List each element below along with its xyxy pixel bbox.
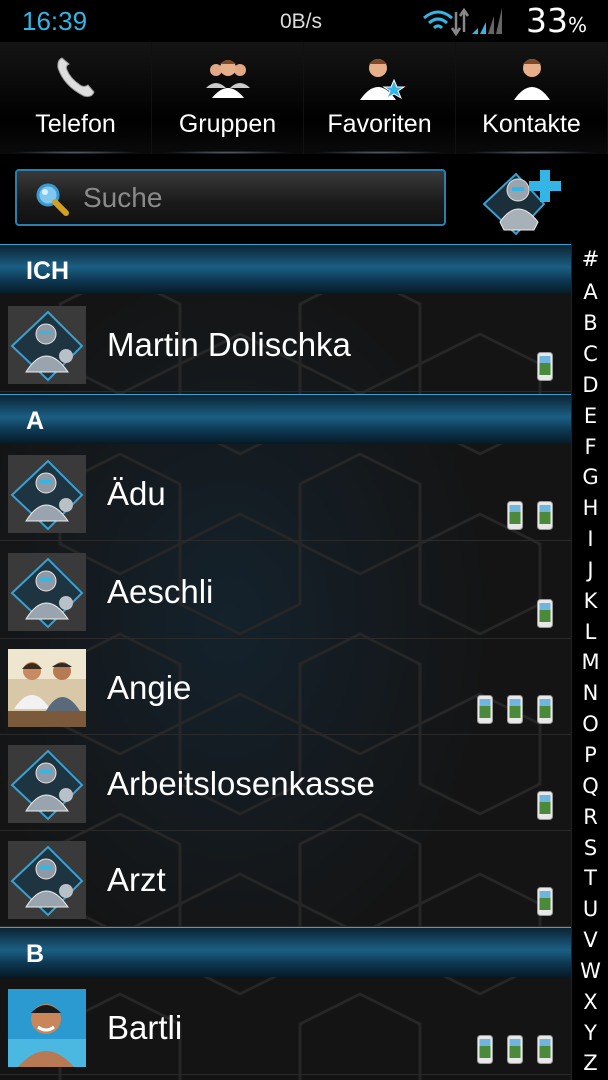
smartphone-icon (537, 501, 553, 530)
section-header-ich: ICH (0, 244, 571, 294)
smartphone-icon (477, 1035, 493, 1064)
smartphone-icon (537, 1035, 553, 1064)
contact-row[interactable]: Aeschli (0, 543, 571, 639)
tab-favoriten[interactable]: Favoriten (304, 42, 456, 154)
index-letter[interactable]: G (572, 465, 608, 489)
signal-icon (423, 7, 502, 37)
smartphone-icon (507, 501, 523, 530)
contact-row[interactable]: Arzt (0, 831, 571, 927)
index-letter[interactable]: W (572, 959, 608, 983)
index-letter[interactable]: L (572, 620, 608, 644)
robot-avatar (8, 745, 86, 823)
search-area (0, 154, 608, 244)
index-letter[interactable]: E (572, 404, 608, 428)
index-letter[interactable]: J (572, 558, 608, 582)
contact-row[interactable]: Arbeitslosenkasse (0, 735, 571, 831)
contact-name: Arzt (107, 861, 166, 898)
smartphone-icon (537, 791, 553, 820)
contact-name: Bartli (107, 1009, 183, 1046)
photo-avatar (8, 989, 86, 1067)
contact-name: Angie (107, 669, 192, 706)
tab-gruppen[interactable]: Gruppen (152, 42, 304, 154)
contact-row[interactable]: Angie (0, 639, 571, 735)
robot-avatar (8, 306, 86, 384)
phone-indicators (537, 887, 553, 916)
index-letter[interactable]: C (572, 342, 608, 366)
contact-row[interactable]: Martin Dolischka (0, 296, 571, 392)
contact-name: Arbeitslosenkasse (107, 765, 375, 802)
contact-list[interactable]: ICH Martin Dolischka A Ädu Aeschli Angie… (0, 244, 571, 1080)
phone-handset-icon (56, 57, 95, 97)
status-bar: 16:39 0B/s 33% (0, 0, 608, 42)
photo-avatar (8, 649, 86, 727)
smartphone-icon (537, 599, 553, 628)
smartphone-icon (537, 887, 553, 916)
contact-name: Aeschli (107, 573, 214, 610)
section-header-a: A (0, 394, 571, 444)
index-letter[interactable]: Y (572, 1021, 608, 1045)
index-letter[interactable]: U (572, 897, 608, 921)
index-letter[interactable]: N (572, 681, 608, 705)
phone-indicators (537, 599, 553, 628)
tab-bar: Telefon Gruppen Favoriten Kontakte (0, 42, 608, 154)
tab-telefon-label: Telefon (35, 110, 116, 138)
smartphone-icon (537, 352, 553, 381)
smartphone-icon (507, 695, 523, 724)
network-rate: 0B/s (280, 10, 323, 33)
tab-gruppen-label: Gruppen (178, 110, 277, 138)
contact-row[interactable]: Ädu (0, 445, 571, 541)
index-letter[interactable]: R (572, 805, 608, 829)
contact-name: Ädu (107, 475, 166, 512)
index-letter[interactable]: # (572, 247, 608, 271)
phone-indicators (507, 501, 553, 530)
tab-favoriten-label: Favoriten (327, 110, 432, 138)
section-label: ICH (26, 257, 70, 285)
index-letter[interactable]: D (572, 373, 608, 397)
robot-avatar (8, 553, 86, 631)
section-label: B (26, 940, 45, 968)
phone-indicators (477, 1035, 553, 1064)
index-letter[interactable]: I (572, 527, 608, 551)
alphabet-index[interactable]: # A B C D E F G H I J K L M N O P Q R S … (571, 244, 608, 1080)
index-letter[interactable]: F (572, 435, 608, 459)
index-letter[interactable]: T (572, 866, 608, 890)
phone-indicators (537, 352, 553, 381)
index-letter[interactable]: O (572, 712, 608, 736)
robot-avatar (8, 841, 86, 919)
tab-kontakte[interactable]: Kontakte (456, 42, 608, 154)
index-letter[interactable]: Z (572, 1051, 608, 1075)
search-field[interactable] (15, 169, 446, 226)
phone-indicators (477, 695, 553, 724)
index-letter[interactable]: P (572, 743, 608, 767)
clock: 16:39 (22, 6, 88, 36)
section-label: A (26, 407, 45, 435)
index-letter[interactable]: A (572, 280, 608, 304)
favorite-person-icon (359, 59, 406, 100)
index-letter[interactable]: B (572, 311, 608, 335)
search-input[interactable] (83, 179, 433, 217)
contact-row[interactable]: Bartli (0, 979, 571, 1075)
battery-indicator: 33% (526, 1, 588, 40)
tab-kontakte-label: Kontakte (482, 110, 581, 138)
search-icon (36, 183, 69, 216)
index-letter[interactable]: Q (572, 774, 608, 798)
index-letter[interactable]: K (572, 589, 608, 613)
index-letter[interactable]: S (572, 836, 608, 860)
contact-person-icon (513, 59, 550, 100)
tab-telefon[interactable]: Telefon (0, 42, 152, 154)
smartphone-icon (477, 695, 493, 724)
smartphone-icon (507, 1035, 523, 1064)
group-people-icon (205, 60, 250, 98)
index-letter[interactable]: M (572, 650, 608, 674)
smartphone-icon (537, 695, 553, 724)
section-header-b: B (0, 927, 571, 977)
contact-name: Martin Dolischka (107, 326, 351, 363)
robot-avatar (8, 455, 86, 533)
index-letter[interactable]: X (572, 990, 608, 1014)
add-contact-icon[interactable] (478, 160, 574, 240)
index-letter[interactable]: V (572, 928, 608, 952)
index-letter[interactable]: H (572, 496, 608, 520)
phone-indicators (537, 791, 553, 820)
